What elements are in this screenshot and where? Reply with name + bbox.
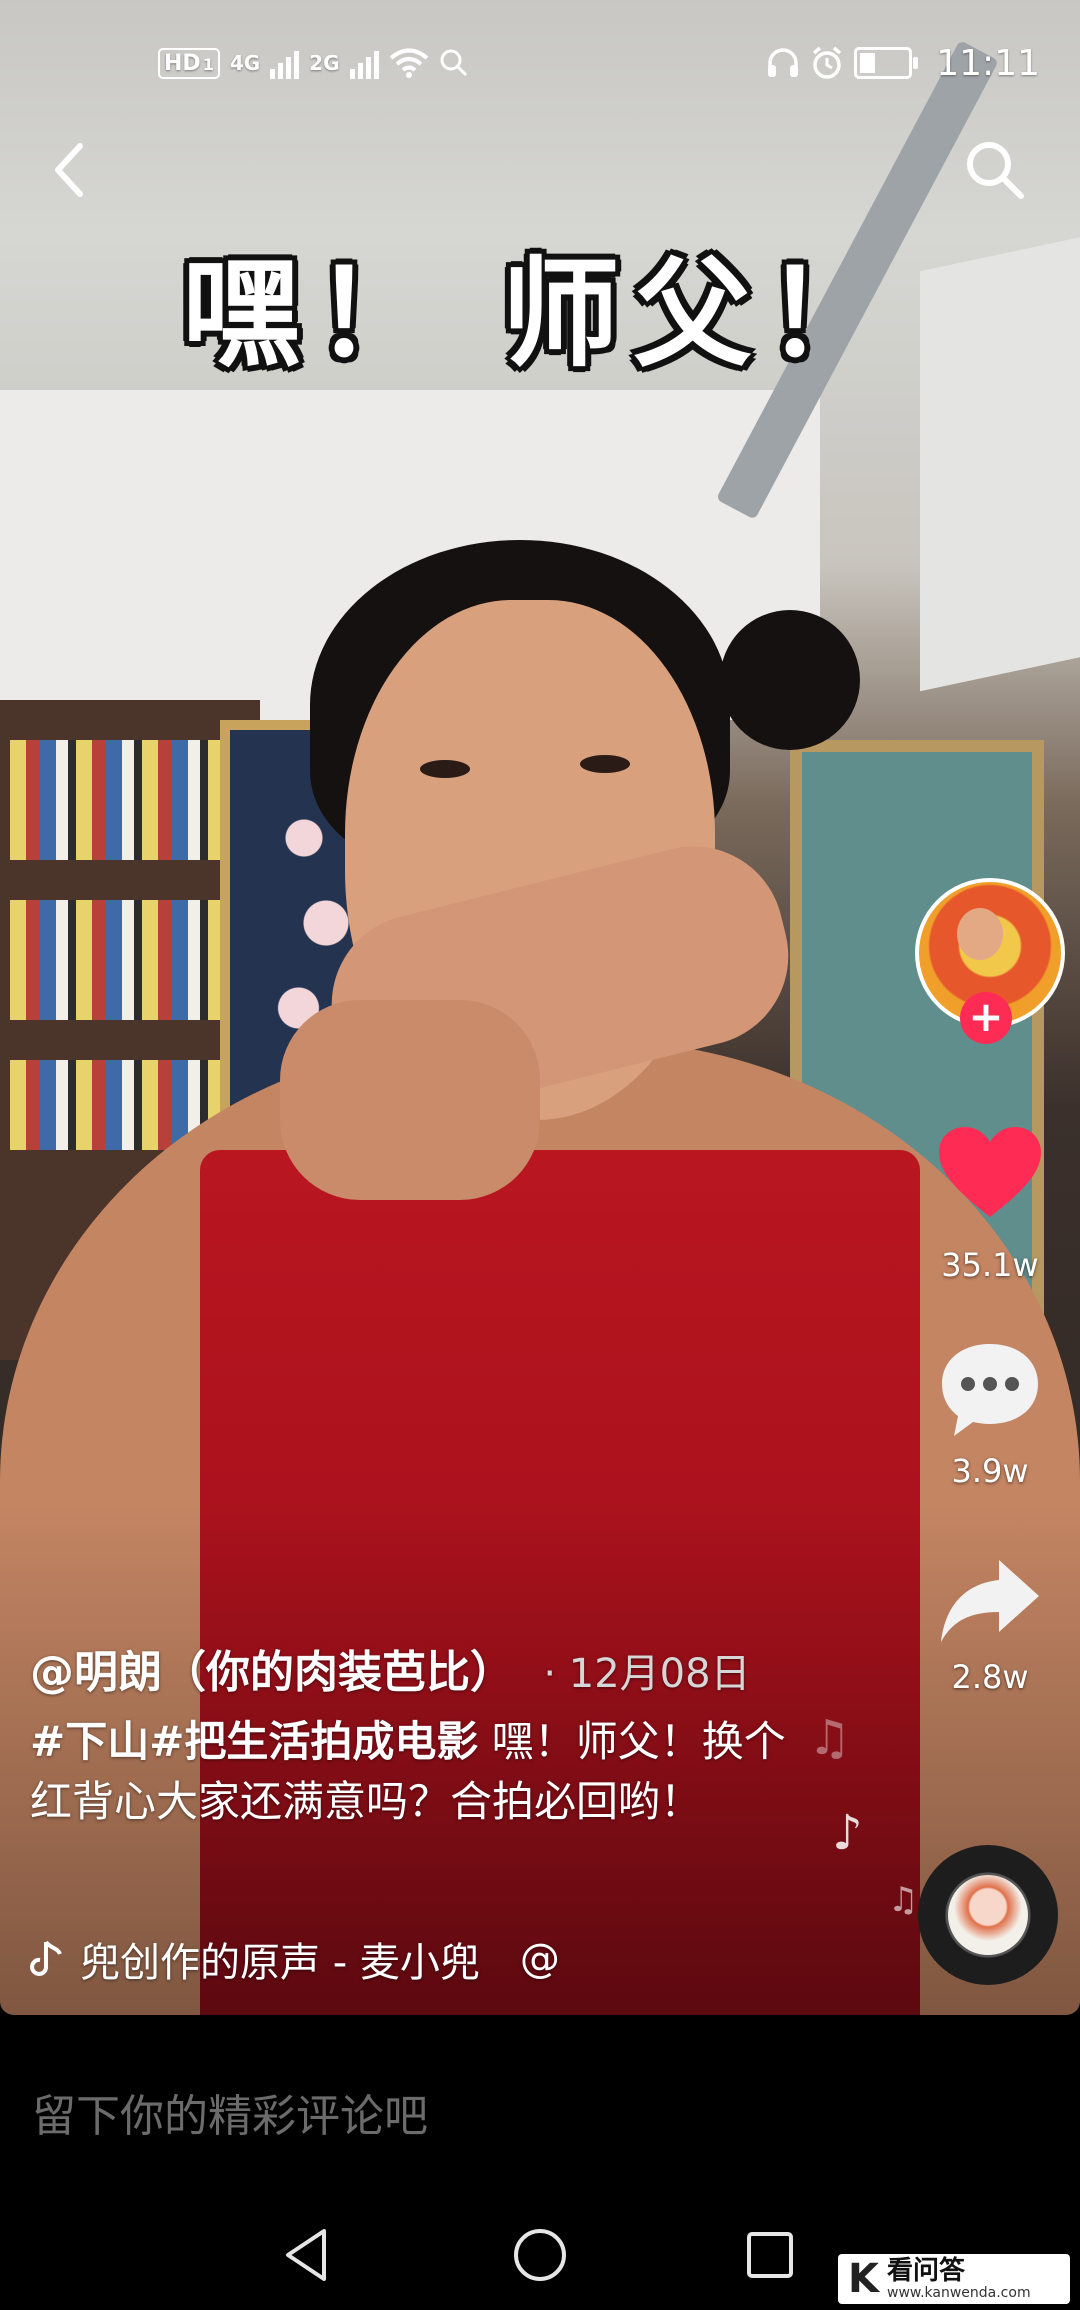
author-name[interactable]: @明朗（你的肉装芭比） bbox=[30, 1647, 514, 1698]
music-title: 兜创作的原声 - 麦小兜 bbox=[80, 1940, 480, 1986]
mention-symbol: @ bbox=[519, 1936, 560, 1982]
back-arrow-icon bbox=[55, 143, 83, 197]
like-count: 35.1w bbox=[941, 1246, 1039, 1284]
music-note-icon: ♫ bbox=[888, 1880, 919, 1920]
watermark-logo: K bbox=[848, 2256, 879, 2302]
hd-badge: HD 1 bbox=[158, 47, 220, 79]
hd-label: HD bbox=[164, 50, 201, 76]
comment-bubble-icon bbox=[942, 1344, 1038, 1436]
bookshelf-row bbox=[10, 900, 240, 1020]
comment-input[interactable]: 留下你的精彩评论吧 bbox=[32, 2080, 428, 2144]
search-button[interactable] bbox=[955, 130, 1035, 210]
share-arrow-icon bbox=[941, 1560, 1039, 1642]
heart-icon bbox=[939, 1127, 1041, 1217]
watermark-url: www.kanwenda.com bbox=[887, 2285, 1031, 2301]
post-hashtags[interactable]: #下山#把生活拍成电影 bbox=[30, 1717, 478, 1766]
signal-bars-icon bbox=[270, 47, 300, 79]
person-eye bbox=[420, 760, 470, 778]
comment-button[interactable] bbox=[930, 1340, 1050, 1440]
site-watermark: K 看问答 www.kanwenda.com bbox=[838, 2254, 1070, 2304]
hd-sub: 1 bbox=[202, 54, 214, 74]
back-button[interactable] bbox=[28, 130, 108, 210]
nav-recent-button[interactable] bbox=[735, 2220, 805, 2290]
person-hand bbox=[280, 1000, 540, 1200]
signal-bars-icon bbox=[349, 47, 379, 79]
share-count: 2.8w bbox=[951, 1658, 1029, 1696]
headphones-icon bbox=[768, 48, 799, 77]
person-eye bbox=[580, 755, 630, 773]
music-note-icon bbox=[30, 1940, 62, 1976]
like-button[interactable] bbox=[930, 1125, 1050, 1221]
music-line[interactable]: 兜创作的原声 - 麦小兜 @ bbox=[30, 1930, 560, 1988]
post-date: · 12月08日 bbox=[543, 1651, 751, 1697]
nav-home-button[interactable] bbox=[505, 2220, 575, 2290]
post-author-line: @明朗（你的肉装芭比） · 12月08日 bbox=[30, 1636, 751, 1700]
bookshelf-row bbox=[10, 740, 240, 860]
music-cover bbox=[948, 1875, 1028, 1955]
search-status-icon bbox=[440, 49, 467, 77]
nav-back-button[interactable] bbox=[272, 2220, 342, 2290]
nav-home-icon bbox=[514, 2229, 566, 2281]
status-bar-right: 11:11 bbox=[766, 38, 1040, 88]
battery-icon bbox=[854, 47, 919, 79]
network-2g-label: 2G bbox=[309, 51, 340, 75]
watermark-text: 看问答 www.kanwenda.com bbox=[887, 2257, 1031, 2301]
watermark-title: 看问答 bbox=[887, 2256, 966, 2286]
music-disc[interactable] bbox=[918, 1845, 1058, 1985]
status-time: 11:11 bbox=[936, 42, 1040, 84]
comment-count: 3.9w bbox=[951, 1452, 1029, 1490]
search-icon bbox=[967, 142, 1024, 199]
status-bar-left: HD 1 4G 2G bbox=[158, 38, 469, 88]
alarm-icon bbox=[813, 46, 842, 79]
nav-recent-icon bbox=[747, 2232, 793, 2278]
battery-fill bbox=[860, 53, 876, 73]
person-hair-bun bbox=[720, 610, 860, 750]
nav-back-icon bbox=[286, 2229, 326, 2281]
music-note-icon: ♫ bbox=[808, 1710, 852, 1766]
post-description: #下山#把生活拍成电影 嘿！师父！换个红背心大家还满意吗？合拍必回哟！ bbox=[30, 1712, 790, 1832]
music-note-icon: ♪ bbox=[832, 1805, 863, 1861]
avatar-face bbox=[957, 908, 1003, 960]
follow-button[interactable]: + bbox=[960, 992, 1012, 1044]
video-caption: 嘿！ 师父！ bbox=[182, 245, 898, 383]
share-button[interactable] bbox=[930, 1556, 1050, 1646]
wifi-icon bbox=[389, 48, 428, 78]
network-4g-label: 4G bbox=[229, 51, 261, 75]
